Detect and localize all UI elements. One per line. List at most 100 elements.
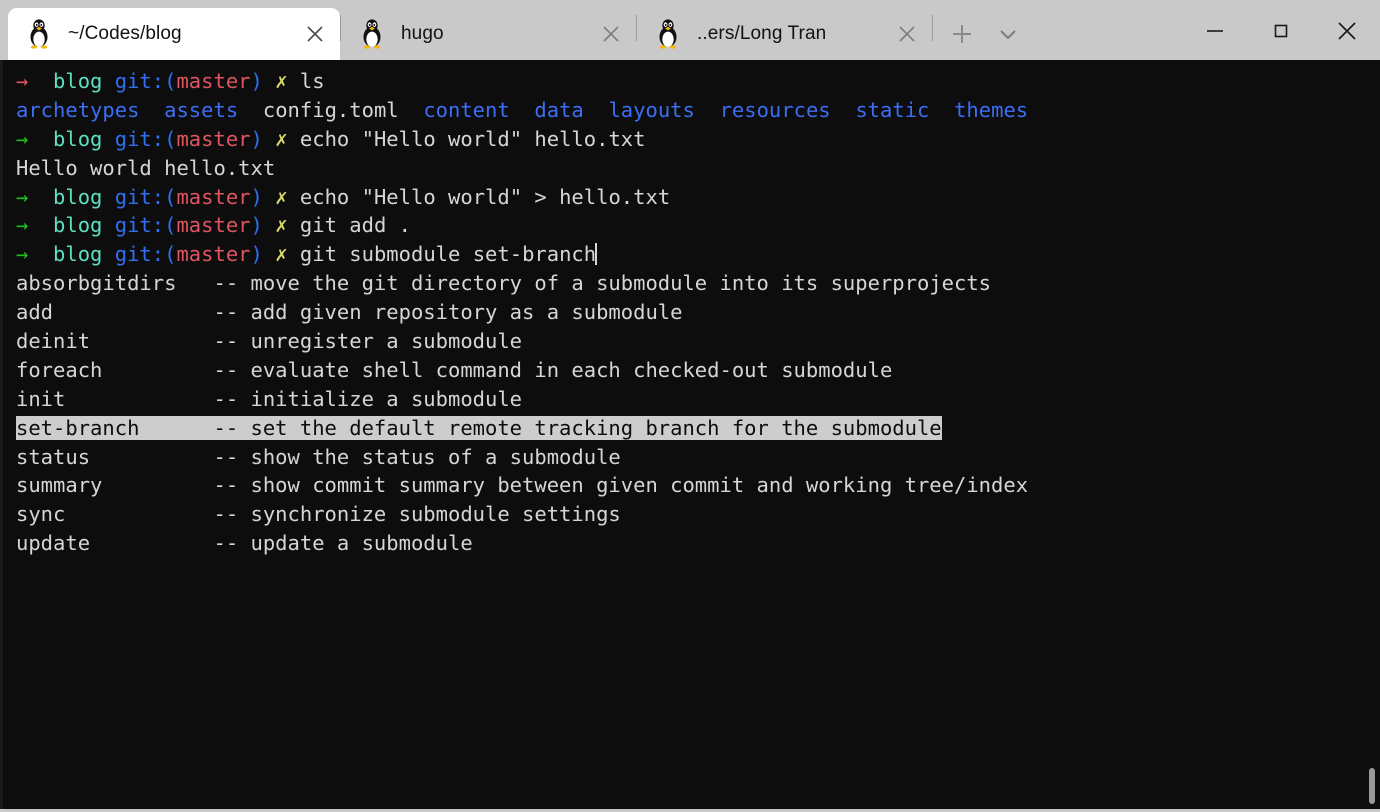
tab-inactive-2[interactable]: ..ers/Long Tran — [637, 8, 932, 60]
tab-title: ~/Codes/blog — [68, 23, 182, 44]
prompt-arrow: → — [16, 213, 29, 238]
tux-icon — [363, 19, 381, 49]
completion-item-text: init -- initialize a submodule — [16, 386, 523, 411]
terminal-command: git submodule set-branch — [299, 242, 597, 267]
tab-title: hugo — [401, 23, 444, 44]
text-cursor — [595, 243, 598, 266]
prompt-git-prefix: git:( — [114, 213, 177, 238]
tab-active-0[interactable]: ~/Codes/blog — [8, 8, 340, 60]
ls-entry: resources — [719, 97, 831, 122]
completion-item[interactable]: update -- update a submodule — [16, 529, 1380, 558]
prompt-arrow: → — [16, 126, 29, 151]
tab-close-button[interactable] — [886, 13, 928, 55]
new-tab-button[interactable] — [939, 11, 985, 57]
prompt-git-suffix: ) — [250, 69, 263, 93]
prompt-directory: blog — [53, 184, 103, 209]
terminal-prompt-line: → blog git:(master) ✗ ls — [16, 67, 1380, 96]
completion-item[interactable]: add -- add given repository as a submodu… — [16, 298, 1380, 327]
prompt-git-suffix: ) — [250, 184, 263, 209]
close-icon — [603, 26, 619, 42]
tab-strip: ~/Codes/blog hugo ..ers/Long Tran — [8, 0, 933, 60]
completion-item[interactable]: status -- show the status of a submodule — [16, 443, 1380, 472]
terminal-command: git add . — [299, 213, 411, 238]
completion-item-text: foreach -- evaluate shell command in eac… — [16, 357, 893, 382]
close-icon — [899, 26, 915, 42]
maximize-button[interactable] — [1248, 2, 1314, 60]
tux-icon — [30, 19, 48, 49]
minimize-button[interactable] — [1182, 2, 1248, 60]
completion-item-text: add -- add given repository as a submodu… — [16, 300, 683, 325]
prompt-git-branch: master — [176, 242, 251, 267]
terminal-command: ls — [299, 69, 325, 93]
prompt-git-prefix: git:( — [114, 126, 177, 151]
tab-close-button[interactable] — [590, 13, 632, 55]
prompt-git-prefix: git:( — [114, 242, 177, 267]
terminal-window: ~/Codes/blog hugo ..ers/Long Tran → blog… — [0, 0, 1380, 812]
completion-item-text: absorbgitdirs -- move the git directory … — [16, 271, 992, 296]
prompt-directory: blog — [53, 213, 103, 238]
ls-entry: data — [534, 97, 584, 122]
maximize-icon — [1270, 20, 1292, 42]
terminal-command: echo "Hello world" > hello.txt — [299, 184, 671, 209]
terminal-content[interactable]: → blog git:(master) ✗ ls archetypes asset… — [3, 60, 1380, 812]
prompt-status-mark: ✗ — [275, 213, 288, 238]
prompt-git-suffix: ) — [250, 213, 263, 238]
terminal-prompt-line: → blog git:(master) ✗ git submodule set-… — [16, 240, 1380, 269]
prompt-git-branch: master — [176, 184, 251, 209]
prompt-git-branch: master — [176, 213, 251, 238]
tab-separator — [932, 15, 933, 41]
plus-icon — [949, 21, 975, 47]
chevron-down-icon — [995, 21, 1021, 47]
tab-bar-actions — [939, 8, 1031, 60]
completion-item-text: status -- show the status of a submodule — [16, 444, 621, 469]
prompt-status-mark: ✗ — [275, 126, 288, 151]
title-bar: ~/Codes/blog hugo ..ers/Long Tran — [0, 0, 1380, 60]
vertical-scrollbar[interactable] — [1369, 60, 1378, 812]
ls-entry: static — [855, 97, 930, 122]
ls-entry: assets — [164, 97, 239, 122]
terminal-ls-output: archetypes assets config.toml content da… — [16, 96, 1380, 125]
terminal-command: echo "Hello world" hello.txt — [299, 126, 646, 151]
prompt-git-prefix: git:( — [114, 69, 177, 93]
scrollbar-thumb[interactable] — [1369, 768, 1375, 804]
prompt-directory: blog — [53, 126, 103, 151]
completion-item-text: update -- update a submodule — [16, 531, 473, 556]
window-controls — [1182, 2, 1380, 60]
tux-icon — [359, 19, 385, 49]
prompt-status-mark: ✗ — [275, 69, 288, 93]
completion-item[interactable]: init -- initialize a submodule — [16, 385, 1380, 414]
prompt-git-suffix: ) — [250, 126, 263, 151]
ls-entry: layouts — [608, 97, 695, 122]
prompt-arrow: → — [16, 184, 29, 209]
completion-item[interactable]: foreach -- evaluate shell command in eac… — [16, 356, 1380, 385]
prompt-git-branch: master — [176, 126, 251, 151]
prompt-status-mark: ✗ — [275, 242, 288, 267]
completion-item-text: deinit -- unregister a submodule — [16, 329, 523, 354]
close-icon — [1335, 19, 1359, 43]
tab-dropdown-button[interactable] — [985, 11, 1031, 57]
tux-icon — [655, 19, 681, 49]
tux-icon — [659, 19, 677, 49]
completion-item-text: summary -- show commit summary between g… — [16, 473, 1029, 498]
prompt-git-prefix: git:( — [114, 184, 177, 209]
completion-item-selected[interactable]: set-branch -- set the default remote tra… — [16, 415, 942, 440]
terminal-prompt-line: → blog git:(master) ✗ git add . — [16, 211, 1380, 240]
tab-close-button[interactable] — [294, 13, 336, 55]
close-window-button[interactable] — [1314, 2, 1380, 60]
prompt-status-mark: ✗ — [275, 184, 288, 209]
completion-item[interactable]: deinit -- unregister a submodule — [16, 327, 1380, 356]
completion-item[interactable]: absorbgitdirs -- move the git directory … — [16, 269, 1380, 298]
tab-title: ..ers/Long Tran — [697, 23, 827, 44]
terminal-viewport[interactable]: → blog git:(master) ✗ ls archetypes asset… — [0, 60, 1380, 812]
completion-item-text: sync -- synchronize submodule settings — [16, 502, 621, 527]
completion-item[interactable]: set-branch -- set the default remote tra… — [16, 414, 1380, 443]
completion-item[interactable]: summary -- show commit summary between g… — [16, 471, 1380, 500]
prompt-git-suffix: ) — [250, 242, 263, 267]
completion-item[interactable]: sync -- synchronize submodule settings — [16, 500, 1380, 529]
terminal-prompt-line: → blog git:(master) ✗ echo "Hello world"… — [16, 125, 1380, 154]
terminal-prompt-line: → blog git:(master) ✗ echo "Hello world"… — [16, 183, 1380, 212]
tab-inactive-1[interactable]: hugo — [341, 8, 636, 60]
prompt-directory: blog — [53, 242, 103, 267]
minimize-icon — [1204, 20, 1226, 42]
ls-entry: config.toml — [262, 97, 399, 122]
